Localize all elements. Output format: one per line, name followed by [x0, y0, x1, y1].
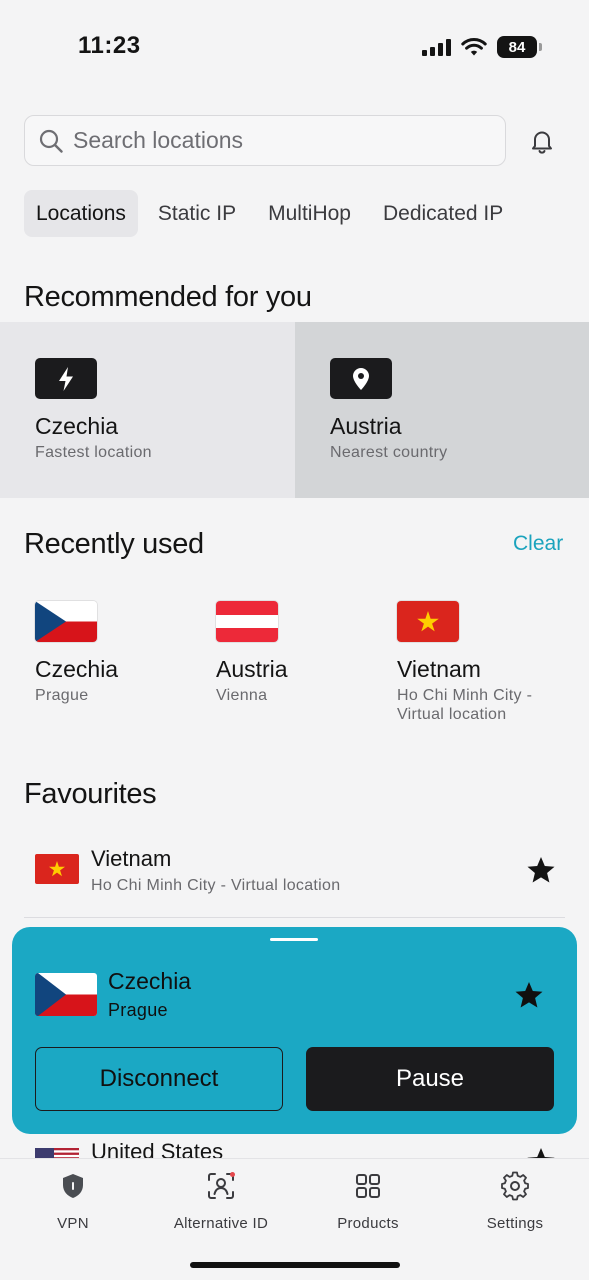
recommended-card-subtitle: Nearest country	[330, 444, 448, 461]
location-tabs: Locations Static IP MultiHop Dedicated I…	[24, 190, 515, 237]
recommended-heading: Recommended for you	[24, 281, 312, 313]
nav-item-vpn[interactable]: VPN	[3, 1171, 143, 1232]
status-time: 11:23	[78, 32, 141, 59]
location-pin-icon	[330, 358, 392, 399]
nav-label: VPN	[57, 1215, 89, 1232]
shield-icon	[63, 1174, 83, 1198]
recommended-card-title: Austria	[330, 413, 402, 439]
recent-item-subtitle: Prague	[35, 687, 89, 704]
connected-location-name: Czechia	[108, 968, 192, 994]
recommended-card-subtitle: Fastest location	[35, 444, 152, 461]
austria-flag	[216, 601, 278, 642]
recent-item-subtitle: Vienna	[216, 687, 268, 704]
tab-static-ip[interactable]: Static IP	[146, 190, 248, 237]
nav-label: Settings	[486, 1215, 544, 1232]
grid-icon	[356, 1174, 380, 1198]
drag-handle[interactable]	[270, 938, 318, 941]
cellular-signal-icon	[422, 38, 451, 56]
search-icon	[39, 129, 63, 153]
connected-location-city: Prague	[108, 1000, 168, 1020]
status-icons: 84	[422, 36, 542, 58]
recent-item-name: Czechia	[35, 656, 119, 682]
status-bar: 11:23 84	[0, 0, 589, 96]
tab-dedicated-ip[interactable]: Dedicated IP	[371, 190, 515, 237]
favourite-item-vietnam[interactable]: Vietnam Ho Chi Minh City - Virtual locat…	[24, 840, 565, 918]
recent-item-name: Vietnam	[397, 656, 481, 682]
czechia-flag	[35, 973, 97, 1016]
notification-bell-icon[interactable]	[528, 127, 556, 155]
recommended-card-fastest[interactable]: Czechia Fastest location	[0, 322, 295, 498]
nav-item-alternative-id[interactable]: Alternative ID	[151, 1171, 291, 1232]
alternative-id-icon	[208, 1172, 235, 1199]
nav-item-settings[interactable]: Settings	[445, 1171, 585, 1232]
tab-locations[interactable]: Locations	[24, 190, 138, 237]
nav-label: Alternative ID	[173, 1215, 269, 1232]
search-field[interactable]	[24, 115, 506, 166]
bolt-icon	[35, 358, 97, 399]
recommended-card-nearest[interactable]: Austria Nearest country	[295, 322, 589, 498]
recently-used-heading: Recently used	[24, 528, 204, 560]
recent-item-subtitle-line2: Virtual location	[397, 706, 507, 723]
recent-item-subtitle-line1: Ho Chi Minh City -	[397, 687, 533, 704]
favourite-item-name: Vietnam	[91, 846, 172, 871]
recommended-row: Czechia Fastest location Austria Nearest…	[0, 322, 589, 498]
czechia-flag	[35, 601, 97, 642]
tab-multihop[interactable]: MultiHop	[256, 190, 363, 237]
recent-item-czechia[interactable]: Czechia Prague	[35, 601, 210, 705]
vietnam-flag	[35, 854, 79, 884]
star-filled-icon[interactable]	[514, 980, 544, 1010]
recent-item-name: Austria	[216, 656, 288, 682]
battery-indicator: 84	[497, 36, 542, 58]
recent-item-austria[interactable]: Austria Vienna	[216, 601, 391, 705]
recent-item-subtitle: Ho Chi Minh City - Virtual location	[397, 686, 572, 724]
recently-used-list: Czechia Prague Austria Vienna Vietnam Ho…	[35, 601, 575, 731]
home-indicator	[190, 1262, 400, 1268]
notification-badge	[230, 1172, 235, 1177]
pause-button[interactable]: Pause	[306, 1047, 554, 1111]
recent-item-vietnam[interactable]: Vietnam Ho Chi Minh City - Virtual locati…	[397, 601, 572, 724]
wifi-icon	[461, 38, 487, 56]
search-input[interactable]	[73, 127, 473, 154]
clear-recent-button[interactable]: Clear	[513, 532, 563, 556]
vietnam-flag	[397, 601, 459, 642]
recommended-card-title: Czechia	[35, 413, 119, 439]
favourites-heading: Favourites	[24, 778, 157, 810]
nav-label: Products	[337, 1215, 399, 1232]
star-filled-icon[interactable]	[526, 855, 556, 885]
gear-icon	[501, 1171, 529, 1201]
favourite-item-subtitle: Ho Chi Minh City - Virtual location	[91, 877, 341, 894]
disconnect-button[interactable]: Disconnect	[35, 1047, 283, 1111]
connection-panel[interactable]: Czechia Prague Disconnect Pause	[12, 927, 577, 1134]
nav-item-products[interactable]: Products	[298, 1171, 438, 1232]
